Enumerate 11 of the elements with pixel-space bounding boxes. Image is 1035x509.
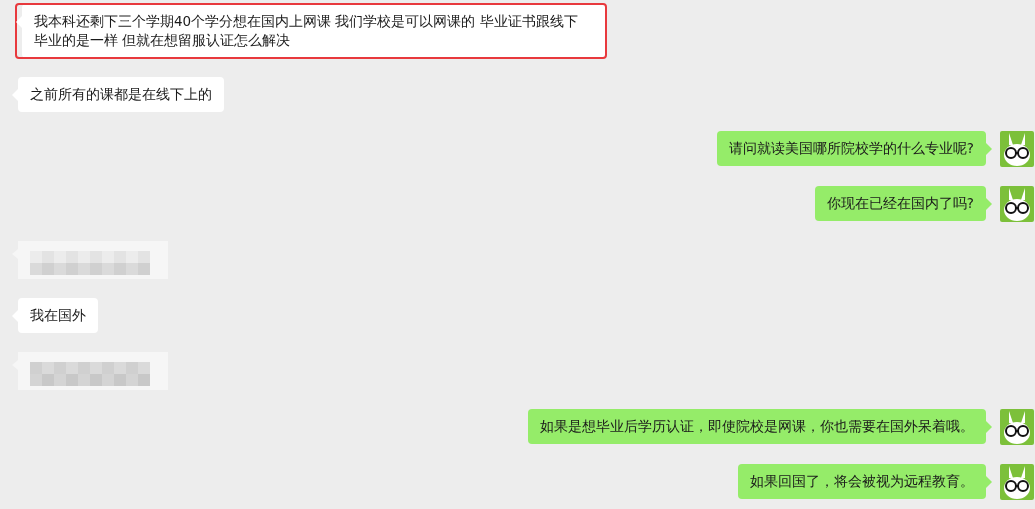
message-bubble: 如果回国了，将会被视为远程教育。 [738,464,992,499]
message-bubble: 请问就读美国哪所院校学的什么专业呢? [716,131,992,166]
message-bubble: 我本科还剩下三个学期40个学分想在国内上网课 我们学校是可以网课的 毕业证书跟线下毕业的是一样 但就在想留服认证怎么解决 [16,4,606,58]
message-bubble: 之前所有的课都是在线下上的 [12,77,224,112]
message-bubble: 你现在已经在国内了吗? [814,186,992,221]
avatar-icon [1000,464,1034,500]
avatar-icon [1000,131,1034,167]
avatar-icon [1000,186,1034,222]
avatar-icon [1000,409,1034,445]
message-bubble: 如果是想毕业后学历认证，即使院校是网课，你也需要在国外呆着哦。 [528,409,992,444]
message-bubble: 我在国外 [12,298,98,333]
